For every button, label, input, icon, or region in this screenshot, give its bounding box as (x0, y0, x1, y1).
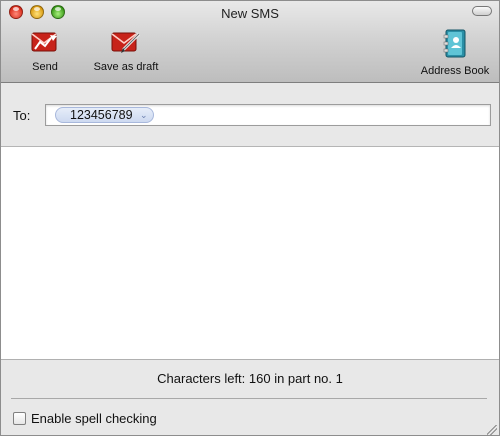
address-book-button[interactable]: Address Book (413, 29, 497, 77)
send-label: Send (32, 61, 58, 73)
divider (11, 398, 487, 399)
to-label: To: (13, 108, 31, 123)
sms-window: New SMS Send Save as draft Address Book … (0, 0, 500, 436)
chevron-down-icon[interactable]: ⌄ (140, 108, 148, 122)
recipient-token[interactable]: 123456789 ⌄ (55, 107, 154, 123)
save-as-draft-button[interactable]: Save as draft (87, 29, 165, 73)
toolbar-toggle-button[interactable] (472, 6, 492, 16)
window-title: New SMS (221, 6, 279, 21)
status-area: Characters left: 160 in part no. 1 Enabl… (1, 359, 499, 435)
address-book-icon (443, 29, 466, 58)
characters-left-status: Characters left: 160 in part no. 1 (157, 371, 343, 386)
recipient-token-text: 123456789 (70, 108, 133, 122)
save-draft-icon (111, 32, 141, 53)
spell-check-option[interactable]: Enable spell checking (13, 411, 157, 426)
address-book-label: Address Book (420, 65, 490, 77)
resize-grip-icon[interactable] (487, 425, 497, 435)
title-toolbar: New SMS Send Save as draft Address Book (1, 1, 499, 83)
spell-check-label: Enable spell checking (31, 411, 157, 426)
message-body-field[interactable] (1, 148, 499, 359)
send-sms-icon (31, 32, 57, 52)
save-as-draft-label: Save as draft (93, 61, 159, 73)
recipient-area: To: 123456789 ⌄ (1, 83, 499, 147)
recipient-field[interactable]: 123456789 ⌄ (45, 104, 491, 126)
send-button[interactable]: Send (21, 29, 69, 73)
spell-check-checkbox[interactable] (13, 412, 26, 425)
